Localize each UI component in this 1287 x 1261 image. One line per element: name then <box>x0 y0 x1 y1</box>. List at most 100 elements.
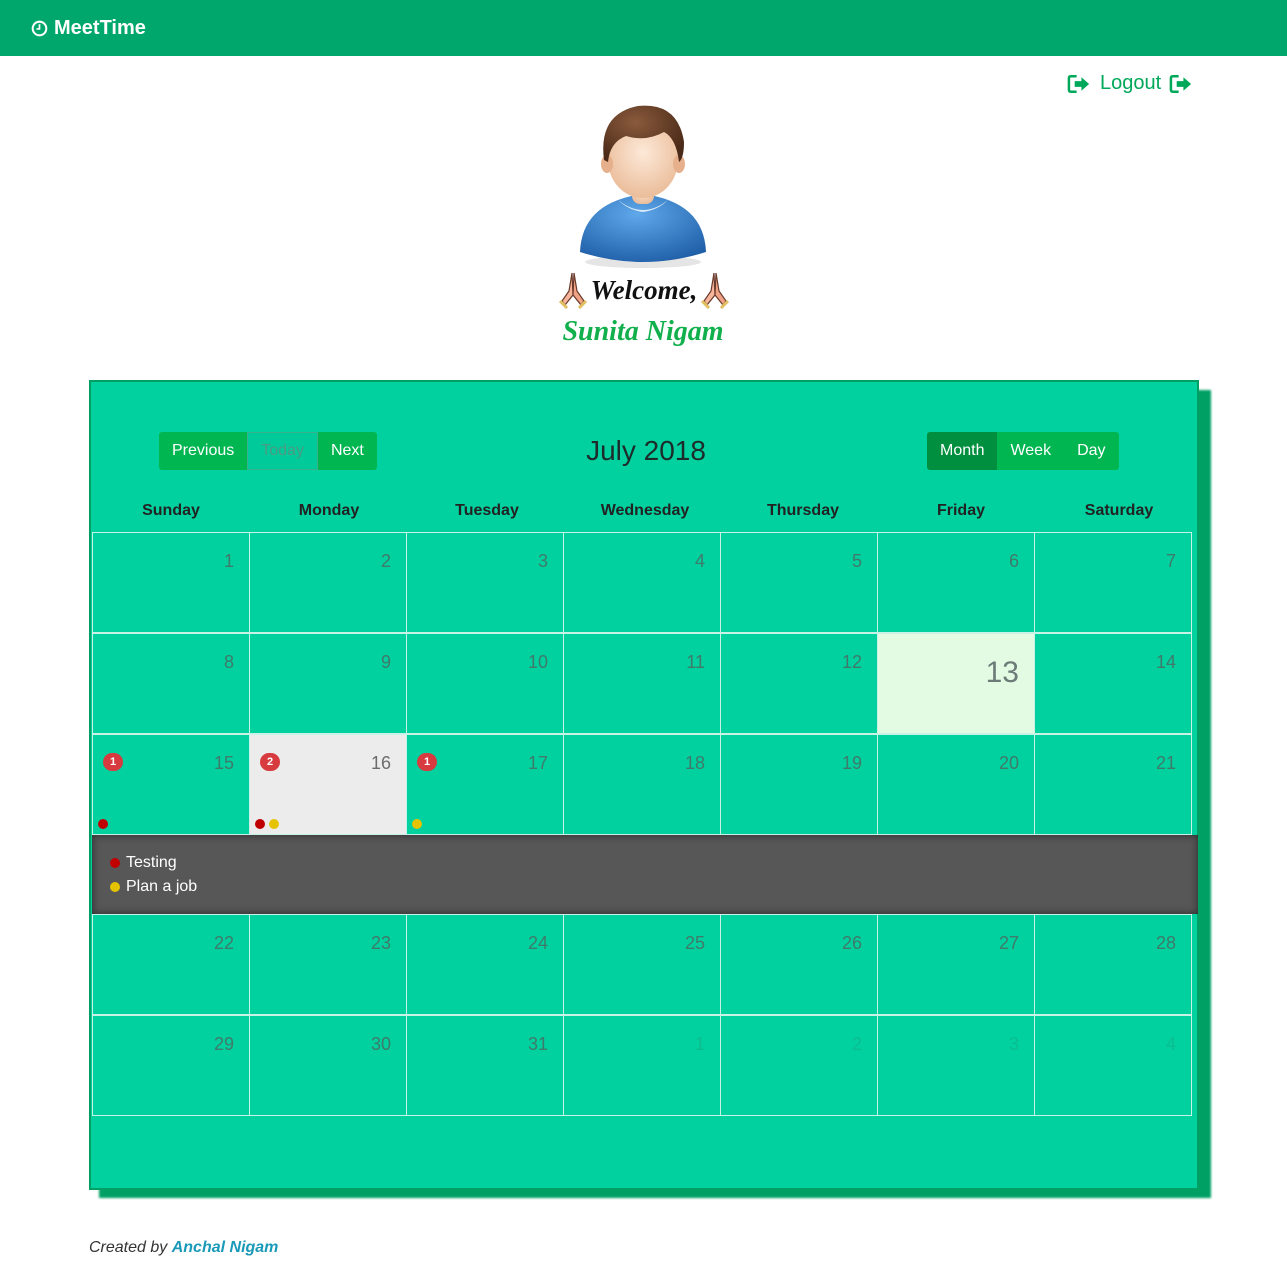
day-number: 4 <box>1165 1034 1176 1054</box>
calendar-day-cell[interactable]: 22 <box>92 914 250 1015</box>
calendar-day-cell[interactable]: 4 <box>1034 1015 1192 1116</box>
calendar-day-cell[interactable]: 10 <box>406 633 564 734</box>
calendar-day-cell[interactable]: 24 <box>406 914 564 1015</box>
sign-out-icon <box>1067 74 1090 93</box>
calendar-day-cell[interactable]: 27 <box>877 914 1035 1015</box>
logout-button[interactable]: Logout <box>1067 72 1194 95</box>
previous-button[interactable]: Previous <box>159 432 248 470</box>
day-number: 17 <box>527 753 548 773</box>
calendar-day-cell[interactable]: 25 <box>563 914 721 1015</box>
calendar-day-cell[interactable]: 2 <box>720 1015 878 1116</box>
navbar: MeetTime <box>0 0 1287 56</box>
calendar-day-cell[interactable]: 21 <box>1034 734 1192 835</box>
calendar-day-cell[interactable]: 7 <box>1034 532 1192 633</box>
calendar-day-cell[interactable]: 15 1 <box>92 734 250 835</box>
calendar-day-cell[interactable]: 1 <box>563 1015 721 1116</box>
calendar-week-row: 1 2 3 4 5 6 7 <box>92 532 1198 633</box>
event-dot <box>255 819 265 829</box>
day-events-panel: Testing Plan a job <box>92 835 1198 914</box>
day-number: 1 <box>223 551 234 571</box>
calendar-day-cell[interactable]: 14 <box>1034 633 1192 734</box>
day-number: 13 <box>985 656 1019 689</box>
calendar-day-cell[interactable]: 1 <box>92 532 250 633</box>
author-link[interactable]: Anchal Nigam <box>172 1239 279 1256</box>
praying-hands-icon <box>701 272 730 309</box>
event-count-badge: 1 <box>417 753 437 771</box>
calendar-day-cell[interactable]: 19 <box>720 734 878 835</box>
sign-out-icon <box>1169 74 1192 93</box>
calendar-day-cell[interactable]: 18 <box>563 734 721 835</box>
day-number: 25 <box>684 933 705 953</box>
weekday-label: Saturday <box>1084 502 1154 519</box>
day-number: 12 <box>841 652 862 672</box>
day-number: 29 <box>213 1034 234 1054</box>
calendar-day-cell[interactable]: 29 <box>92 1015 250 1116</box>
footer-prefix: Created by <box>89 1239 168 1256</box>
calendar-day-cell[interactable]: 3 <box>406 532 564 633</box>
calendar-day-cell[interactable]: 31 <box>406 1015 564 1116</box>
calendar-day-cell[interactable]: 11 <box>563 633 721 734</box>
day-number: 18 <box>684 753 705 773</box>
event-dots <box>255 819 279 829</box>
user-name: Sunita Nigam <box>562 316 724 347</box>
event-dot <box>269 819 279 829</box>
day-number: 19 <box>841 753 862 773</box>
praying-hands-icon <box>558 272 587 309</box>
calendar-day-cell[interactable]: 26 <box>720 914 878 1015</box>
day-number: 15 <box>213 753 234 773</box>
event-item[interactable]: Testing <box>110 851 1198 875</box>
calendar-day-cell[interactable]: 28 <box>1034 914 1192 1015</box>
day-number: 23 <box>370 933 391 953</box>
next-button[interactable]: Next <box>317 432 377 470</box>
event-title: Plan a job <box>126 878 198 895</box>
calendar-day-cell[interactable]: 30 <box>249 1015 407 1116</box>
day-number: 3 <box>537 551 548 571</box>
calendar-week-row: 8 9 10 11 12 13 14 <box>92 633 1198 734</box>
calendar-view-group: Month Week Day <box>927 432 1119 470</box>
calendar-day-cell[interactable]: 5 <box>720 532 878 633</box>
calendar-day-cell[interactable]: 8 <box>92 633 250 734</box>
calendar-week-row: 22 23 24 25 26 27 28 <box>92 914 1198 1015</box>
day-view-button[interactable]: Day <box>1064 432 1119 470</box>
logout-label: Logout <box>1100 72 1162 94</box>
event-dot <box>98 819 108 829</box>
calendar-day-cell[interactable]: 9 <box>249 633 407 734</box>
weekday-label: Friday <box>936 502 985 519</box>
calendar-day-cell[interactable]: 12 <box>720 633 878 734</box>
avatar <box>580 105 706 268</box>
day-number: 14 <box>1155 652 1176 672</box>
day-number: 30 <box>370 1034 391 1054</box>
day-number: 1 <box>694 1034 705 1054</box>
calendar-day-cell[interactable]: 23 <box>249 914 407 1015</box>
weekday-label: Wednesday <box>600 502 690 519</box>
brand-link[interactable]: MeetTime <box>31 17 146 40</box>
day-number: 11 <box>686 652 705 672</box>
day-number: 16 <box>370 753 391 773</box>
calendar-day-cell[interactable]: 6 <box>877 532 1035 633</box>
calendar-day-cell[interactable]: 2 <box>249 532 407 633</box>
brand-title: MeetTime <box>54 17 146 39</box>
calendar-day-cell[interactable]: 20 <box>877 734 1035 835</box>
month-view-button[interactable]: Month <box>927 432 998 470</box>
weekday-header: Sunday Monday Tuesday Wednesday Thursday Frid… <box>92 502 1198 520</box>
calendar-day-cell[interactable]: 16 2 <box>249 734 407 835</box>
calendar-week-row: 29 30 31 1 2 3 4 <box>92 1015 1198 1116</box>
calendar-title: July 2018 <box>586 435 706 466</box>
day-number: 2 <box>380 551 391 571</box>
calendar-nav-group: Previous Today Next <box>159 432 377 470</box>
calendar-day-cell[interactable]: 3 <box>877 1015 1035 1116</box>
day-number: 24 <box>527 933 548 953</box>
week-view-button[interactable]: Week <box>997 432 1065 470</box>
calendar-day-cell[interactable]: 4 <box>563 532 721 633</box>
welcome-text: Welcome, <box>590 274 698 305</box>
calendar-day-cell[interactable]: 17 1 <box>406 734 564 835</box>
day-number: 6 <box>1008 551 1019 571</box>
today-button[interactable]: Today <box>247 432 318 470</box>
day-number: 26 <box>841 933 862 953</box>
day-number: 31 <box>527 1034 548 1054</box>
day-number: 27 <box>998 933 1019 953</box>
event-item[interactable]: Plan a job <box>110 875 1198 899</box>
weekday-label: Thursday <box>766 502 839 519</box>
welcome-heading: Welcome, <box>555 270 733 310</box>
calendar-day-cell[interactable]: 13 <box>877 633 1035 734</box>
